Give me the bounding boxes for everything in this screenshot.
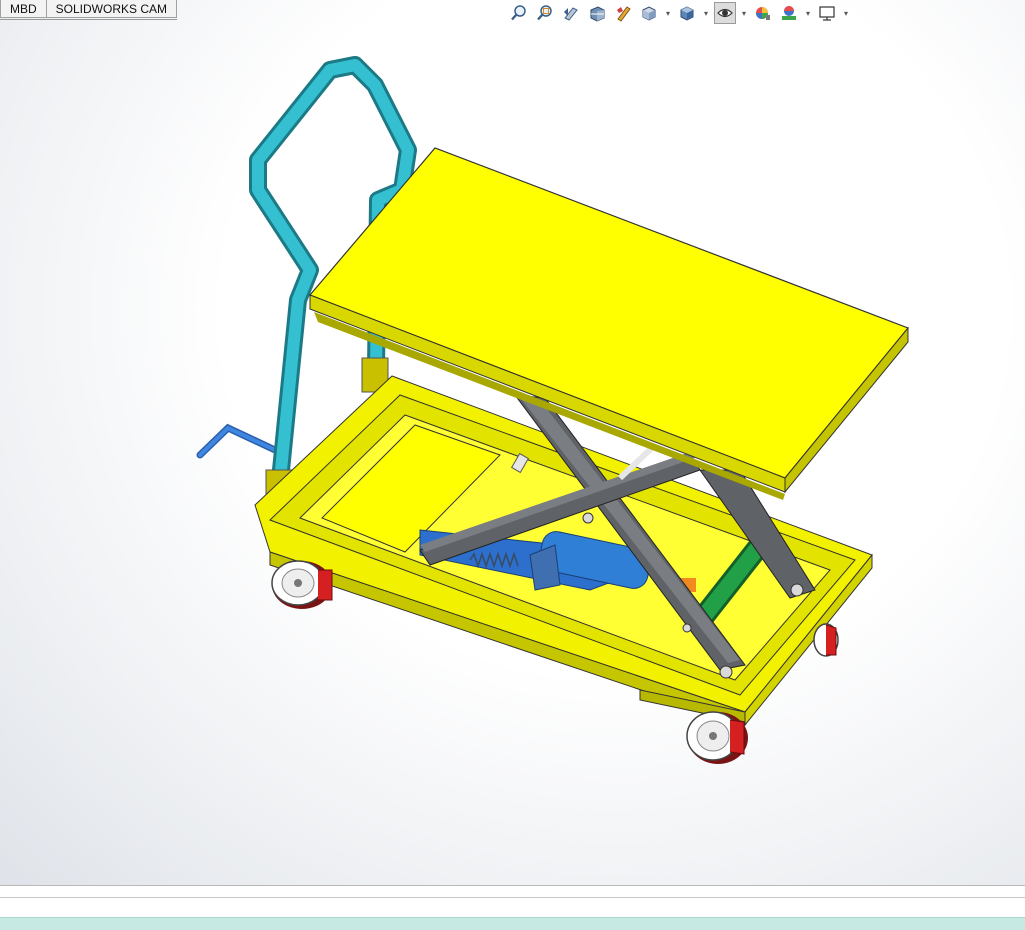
scissor-lift-cart-model[interactable] — [0, 0, 1025, 885]
caster-wheel-front-left — [271, 560, 333, 609]
taskbar — [0, 917, 1025, 930]
status-bar-secondary — [0, 897, 1025, 918]
caster-wheel-rear-right — [813, 623, 839, 657]
tow-handle — [196, 423, 279, 459]
caster-wheel-front-right — [686, 711, 748, 764]
